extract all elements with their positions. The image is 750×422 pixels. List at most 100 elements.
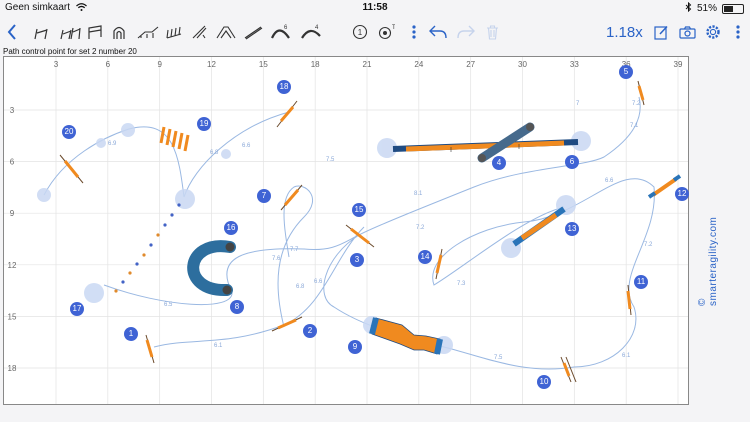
obstacle-number[interactable]: 12 [675,187,689,201]
distance-label: 8.1 [414,191,423,197]
spread-obstacle[interactable] [159,126,190,152]
y-tick-label: 12 [8,261,17,270]
distance-label: 6.6 [605,178,614,184]
more-vertical-icon [412,25,416,39]
more-options-button[interactable] [732,16,744,48]
distance-label: 7.2 [632,101,641,107]
aframe-icon [216,26,236,39]
more-tools-button[interactable] [408,16,420,48]
y-tick-label: 6 [10,158,15,167]
weave-tool-button[interactable] [164,16,186,48]
x-tick-label: 6 [106,60,111,69]
back-button[interactable] [4,16,20,48]
tunnel-icon [113,26,125,39]
selection-info: Path control point for set 2 number 20 [3,47,137,56]
obstacle-number[interactable]: 14 [418,250,432,264]
distance-label: 7.1 [630,123,639,129]
distance-label: 7 [576,101,580,107]
distance-label: 7.5 [326,157,335,163]
camera-button[interactable] [677,16,697,48]
redo-button[interactable] [456,16,476,48]
obstacle-number[interactable]: 5 [619,65,633,79]
distance-label: 7.5 [494,355,503,361]
x-tick-label: 27 [466,60,475,69]
edit-button[interactable] [652,16,670,48]
hurdle-tool-button[interactable] [32,16,54,48]
tunnel-tool-button[interactable] [110,16,128,48]
hurdle-2 [271,316,303,332]
obstacle-number[interactable]: 8 [230,300,244,314]
seesaw-tool-button[interactable] [190,16,210,48]
chevron-left-icon [7,24,16,40]
plank-icon [244,26,263,40]
hurdle-18 [276,100,298,128]
obstacle-number[interactable]: 6 [565,155,579,169]
distance-label: 6.6 [314,279,323,285]
undo-button[interactable] [428,16,448,48]
obstacle-number[interactable]: 15 [352,203,366,217]
obstacle-number[interactable]: 17 [70,302,84,316]
distance-label: 7.2 [416,225,425,231]
obstacle-number[interactable]: 3 [350,253,364,267]
tunnel-obstacle[interactable] [369,317,443,355]
y-tick-label: 18 [8,364,17,373]
tick-labels: 36912151821242730333639369121518 [8,60,683,373]
wall-icon [88,25,102,39]
poles-icon [166,26,182,39]
distance-label: 7.7 [290,247,299,253]
tire-number-label: 6 [284,25,288,31]
obstacle-number[interactable]: 18 [277,80,291,94]
x-tick-label: 24 [414,60,423,69]
settings-button[interactable] [703,16,723,48]
plank-tool-button[interactable] [242,16,264,48]
zoom-level[interactable]: 1.18x [606,24,643,41]
hurdle-1 [145,334,155,364]
obstacle-number[interactable]: 13 [565,222,579,236]
delete-button[interactable] [484,16,500,48]
x-tick-label: 30 [518,60,527,69]
jump-icon [34,28,48,40]
number-tool-button[interactable]: 1 [351,16,369,48]
obstacle-number[interactable]: 9 [348,340,362,354]
obstacle-number[interactable]: 16 [224,221,238,235]
grid [4,57,688,404]
aframe-tool-button[interactable] [214,16,238,48]
curved-tool-button[interactable]: 4 [298,16,324,48]
obstacle-number[interactable]: 20 [62,125,76,139]
distance-label: 6.8 [296,284,305,290]
obstacle-number[interactable]: 11 [634,275,648,289]
path-handles[interactable] [37,123,591,354]
obstacle-number[interactable]: 10 [537,375,551,389]
distance-label: 7.6 [272,256,281,262]
start-marker-icon: T [378,25,395,40]
wall-tool-button[interactable] [86,16,104,48]
status-bar: Geen simkaart 11:58 51% [0,0,750,16]
distance-label: 6.9 [108,141,117,147]
start-tool-button[interactable]: T [376,16,396,48]
distance-label: 7.2 [644,242,653,248]
tire-tool-button[interactable]: 6 [268,16,294,48]
number-circle-icon: 1 [352,24,368,40]
curved-tunnel-obstacle[interactable] [187,240,236,297]
distance-label: 6.6 [242,143,251,149]
obstacle-number[interactable]: 4 [492,156,506,170]
hurdle-jumps[interactable] [59,80,645,383]
number-tool-label: 1 [358,28,363,37]
obstacle-number[interactable]: 19 [197,117,211,131]
obstacle-number[interactable]: 7 [257,189,271,203]
course-map[interactable]: 36912151821242730333639369121518 6.1 6.5… [4,57,688,404]
walk-tool-button[interactable] [136,16,160,48]
distance-label: 7.3 [457,281,466,287]
y-tick-label: 3 [10,106,15,115]
spread-jump-tool-button[interactable] [58,16,82,48]
course-canvas[interactable]: 36912151821242730333639369121518 6.1 6.5… [3,56,689,405]
x-tick-label: 12 [207,60,216,69]
x-tick-label: 33 [570,60,579,69]
lead-out-dots [114,203,181,293]
obstacle-number[interactable]: 1 [124,327,138,341]
edit-icon [653,25,668,40]
seesaw-icon [192,25,207,39]
brand-logo: © smarteragility.com [697,216,719,306]
redo-icon [457,25,475,39]
obstacle-number[interactable]: 2 [303,324,317,338]
